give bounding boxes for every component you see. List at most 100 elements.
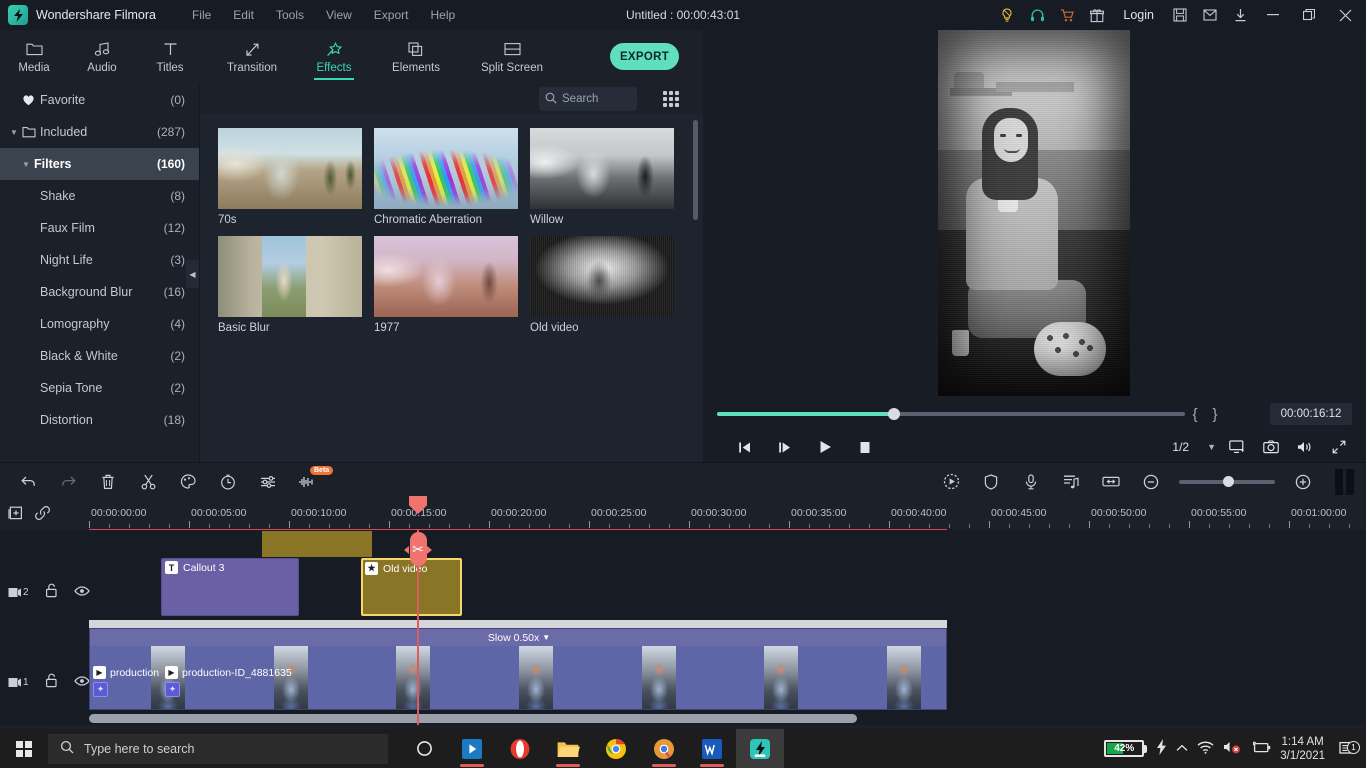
clip-effect-badge[interactable]: ✦ bbox=[93, 682, 108, 697]
timeline-ruler[interactable]: 00:00:00:0000:00:05:0000:00:10:0000:00:1… bbox=[0, 500, 1366, 530]
search-box[interactable] bbox=[539, 87, 637, 111]
effects-scroll-area[interactable]: 70s Chromatic Aberration Willow Basic Bl… bbox=[200, 114, 703, 462]
speed-clock-icon[interactable] bbox=[208, 463, 248, 501]
volume-muted-icon[interactable] bbox=[1223, 740, 1242, 757]
grid-view-toggle-icon[interactable] bbox=[663, 91, 679, 107]
eye-icon[interactable] bbox=[74, 585, 90, 600]
download-icon[interactable] bbox=[1226, 1, 1254, 29]
next-frame-icon[interactable] bbox=[765, 432, 805, 462]
filmora-icon[interactable] bbox=[736, 729, 784, 768]
sidebar-item-shake[interactable]: Shake (8) bbox=[0, 180, 199, 212]
export-button[interactable]: EXPORT bbox=[610, 43, 679, 70]
wifi-icon[interactable] bbox=[1197, 741, 1214, 757]
chrome-canary-icon[interactable] bbox=[640, 729, 688, 768]
timeline-horizontal-scrollbar[interactable] bbox=[89, 714, 857, 723]
tab-split-screen[interactable]: Split Screen bbox=[464, 30, 560, 84]
preview-timecode[interactable]: 00:00:16:12 bbox=[1270, 403, 1352, 425]
cart-icon[interactable] bbox=[1053, 1, 1081, 29]
sidebar-item-sepia-tone[interactable]: Sepia Tone (2) bbox=[0, 372, 199, 404]
tab-effects[interactable]: Effects bbox=[300, 30, 368, 84]
split-scissors-icon[interactable] bbox=[128, 463, 168, 501]
seek-bar[interactable] bbox=[717, 412, 1185, 416]
timeline-clip-text[interactable]: T Callout 3 bbox=[161, 558, 299, 616]
preview-quality-select[interactable]: 1/2 ▼ bbox=[1172, 440, 1216, 454]
chevron-down-icon[interactable]: ▼ bbox=[22, 160, 34, 169]
effects-scrollbar[interactable] bbox=[693, 120, 698, 220]
sidebar-item-filters[interactable]: ▼ Filters (160) bbox=[0, 148, 199, 180]
add-marker-icon[interactable] bbox=[8, 505, 23, 524]
playhead-split-button[interactable]: ✂ bbox=[404, 532, 432, 566]
effect-card[interactable]: Willow bbox=[530, 128, 674, 226]
movies-tv-icon[interactable] bbox=[448, 729, 496, 768]
tab-titles[interactable]: Titles bbox=[136, 30, 204, 84]
voiceover-mic-icon[interactable] bbox=[1011, 463, 1051, 501]
unlock-icon[interactable] bbox=[45, 583, 58, 601]
audio-mixer-icon[interactable] bbox=[248, 463, 288, 501]
tab-media[interactable]: Media bbox=[0, 30, 68, 84]
clip-speed-label[interactable]: Slow 0.50x ▼ bbox=[90, 629, 947, 646]
shield-mask-icon[interactable] bbox=[971, 463, 1011, 501]
zoom-out-icon[interactable] bbox=[1131, 463, 1171, 501]
eye-icon[interactable] bbox=[74, 675, 90, 690]
video-display-area[interactable] bbox=[703, 30, 1366, 396]
timeline-zoom-slider[interactable] bbox=[1179, 480, 1275, 484]
effect-card[interactable]: Chromatic Aberration bbox=[374, 128, 518, 226]
sidebar-item-included[interactable]: ▼ Included (287) bbox=[0, 116, 199, 148]
auto-beat-icon[interactable] bbox=[1051, 463, 1091, 501]
menu-edit[interactable]: Edit bbox=[223, 4, 264, 26]
menu-file[interactable]: File bbox=[182, 4, 221, 26]
zoom-in-icon[interactable] bbox=[1283, 463, 1323, 501]
sidebar-collapse-handle[interactable]: ◀ bbox=[186, 260, 199, 288]
zoom-slider-handle[interactable] bbox=[1223, 476, 1234, 487]
unlock-icon[interactable] bbox=[45, 673, 58, 691]
tab-audio[interactable]: Audio bbox=[68, 30, 136, 84]
clip-effect-badge[interactable]: ✦ bbox=[165, 682, 180, 697]
sidebar-item-black-and-white[interactable]: Black & White (2) bbox=[0, 340, 199, 372]
audio-waveform-icon[interactable]: Beta bbox=[288, 463, 328, 501]
effect-range-strip[interactable] bbox=[262, 531, 372, 557]
taskbar-search[interactable]: Type here to search bbox=[48, 734, 388, 764]
login-button[interactable]: Login bbox=[1113, 8, 1164, 22]
render-bar-right[interactable] bbox=[1346, 469, 1354, 495]
search-input[interactable] bbox=[562, 93, 634, 105]
save-icon[interactable] bbox=[1166, 1, 1194, 29]
split-scissors-icon[interactable]: ✂ bbox=[412, 541, 424, 558]
snapshot-camera-icon[interactable] bbox=[1254, 432, 1288, 462]
chevron-down-icon[interactable]: ▼ bbox=[10, 128, 22, 137]
menu-export[interactable]: Export bbox=[364, 4, 419, 26]
playhead-handle[interactable] bbox=[409, 496, 427, 514]
tab-transition[interactable]: Transition bbox=[204, 30, 300, 84]
effect-card[interactable]: 70s bbox=[218, 128, 362, 226]
battery-indicator[interactable]: 42% bbox=[1104, 740, 1147, 757]
tab-elements[interactable]: Elements bbox=[368, 30, 464, 84]
chrome-icon[interactable] bbox=[592, 729, 640, 768]
mark-in-button[interactable]: { bbox=[1185, 406, 1205, 423]
menu-tools[interactable]: Tools bbox=[266, 4, 314, 26]
sidebar-item-favorite[interactable]: Favorite (0) bbox=[0, 84, 199, 116]
link-chain-icon[interactable] bbox=[35, 505, 50, 524]
sidebar-item-background-blur[interactable]: Background Blur (16) bbox=[0, 276, 199, 308]
seek-handle[interactable] bbox=[888, 408, 900, 420]
prev-frame-icon[interactable] bbox=[725, 432, 765, 462]
redo-icon[interactable] bbox=[48, 463, 88, 501]
taskbar-clock[interactable]: 1:14 AM 3/1/2021 bbox=[1280, 735, 1325, 763]
menu-view[interactable]: View bbox=[316, 4, 362, 26]
fullscreen-icon[interactable] bbox=[1322, 432, 1356, 462]
screen-render-icon[interactable] bbox=[1220, 432, 1254, 462]
close-button[interactable] bbox=[1328, 0, 1362, 30]
chevron-down-icon[interactable]: ▼ bbox=[1207, 442, 1216, 452]
lightbulb-icon[interactable] bbox=[993, 1, 1021, 29]
notification-center-button[interactable]: 1 bbox=[1334, 741, 1360, 756]
sidebar-item-faux-film[interactable]: Faux Film (12) bbox=[0, 212, 199, 244]
crop-resize-icon[interactable] bbox=[1091, 463, 1131, 501]
color-palette-icon[interactable] bbox=[168, 463, 208, 501]
delete-icon[interactable] bbox=[88, 463, 128, 501]
effect-card[interactable]: Old video bbox=[530, 236, 674, 334]
cortana-icon[interactable] bbox=[400, 729, 448, 768]
volume-icon[interactable] bbox=[1288, 432, 1322, 462]
gift-icon[interactable] bbox=[1083, 1, 1111, 29]
mail-icon[interactable] bbox=[1196, 1, 1224, 29]
chevron-down-icon[interactable]: ▼ bbox=[542, 633, 550, 642]
chevron-up-icon[interactable] bbox=[1176, 743, 1188, 755]
minimize-button[interactable] bbox=[1256, 0, 1290, 30]
